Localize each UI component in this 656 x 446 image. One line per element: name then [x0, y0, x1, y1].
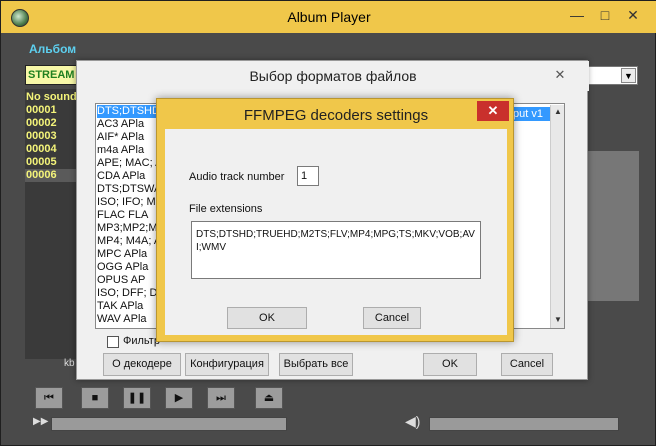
seek-icon: ▶▶	[33, 416, 49, 427]
play-icon[interactable]: ▶	[165, 387, 193, 409]
filter-label: Фильтр	[123, 335, 160, 347]
scrollbar[interactable]: ▲ ▼	[550, 105, 564, 328]
filter-checkbox[interactable]	[107, 336, 119, 348]
scroll-down-icon[interactable]: ▼	[551, 313, 565, 327]
list-item[interactable]: 00001	[25, 104, 77, 117]
eject-icon[interactable]: ⏏	[255, 387, 283, 409]
album-label: Альбом	[29, 42, 77, 56]
chevron-down-icon[interactable]: ▼	[621, 68, 636, 83]
ok-button[interactable]: OK	[227, 307, 307, 329]
minimize-button[interactable]: —	[563, 5, 591, 25]
ok-button[interactable]: OK	[423, 353, 477, 376]
list-item[interactable]: 00005	[25, 156, 77, 169]
source-combo[interactable]: ▼	[581, 66, 638, 85]
file-extensions-label: File extensions	[189, 203, 263, 215]
scroll-up-icon[interactable]: ▲	[551, 105, 565, 119]
close-icon[interactable]: ✕	[549, 66, 571, 84]
list-item[interactable]: 00006	[25, 169, 77, 182]
configuration-button[interactable]: Конфигурация	[185, 353, 269, 376]
dialog-title: FFMPEG decoders settings	[243, 107, 429, 124]
ffmpeg-settings-dialog: FFMPEG decoders settings ✕ Audio track n…	[156, 98, 514, 342]
dialog-body: Audio track number 1 File extensions DTS…	[165, 129, 507, 335]
close-button[interactable]: ✕	[477, 101, 509, 121]
pause-icon[interactable]: ❚❚	[123, 387, 151, 409]
window-title: Album Player	[287, 9, 371, 25]
list-item[interactable]: No sound	[25, 91, 77, 104]
cancel-button[interactable]: Cancel	[363, 307, 421, 329]
list-item[interactable]: 00002	[25, 117, 77, 130]
file-extensions-field[interactable]: DTS;DTSHD;TRUEHD;M2TS;FLV;MP4;MPG;TS;MKV…	[191, 221, 481, 279]
cancel-button[interactable]: Cancel	[501, 353, 553, 376]
bitrate-label: kb	[64, 358, 75, 369]
close-button[interactable]: ✕	[619, 5, 647, 25]
select-all-button[interactable]: Выбрать все	[279, 353, 353, 376]
maximize-button[interactable]: □	[591, 5, 619, 25]
volume-slider[interactable]	[429, 417, 619, 431]
stream-field[interactable]: STREAM	[25, 65, 81, 85]
audio-track-input[interactable]: 1	[297, 166, 319, 186]
dialog-title: Выбор форматов файлов	[77, 61, 589, 91]
prev-icon[interactable]: ⏮	[35, 387, 63, 409]
list-item[interactable]: 00004	[25, 143, 77, 156]
progress-bar[interactable]	[51, 417, 287, 431]
list-item[interactable]: 00003	[25, 130, 77, 143]
stop-icon[interactable]: ■	[81, 387, 109, 409]
output-cell: tput v1	[510, 107, 550, 121]
about-decoder-button[interactable]: О декодере	[103, 353, 181, 376]
next-icon[interactable]: ⏭	[207, 387, 235, 409]
volume-icon: ◀)	[405, 413, 421, 429]
audio-track-label: Audio track number	[189, 171, 285, 183]
